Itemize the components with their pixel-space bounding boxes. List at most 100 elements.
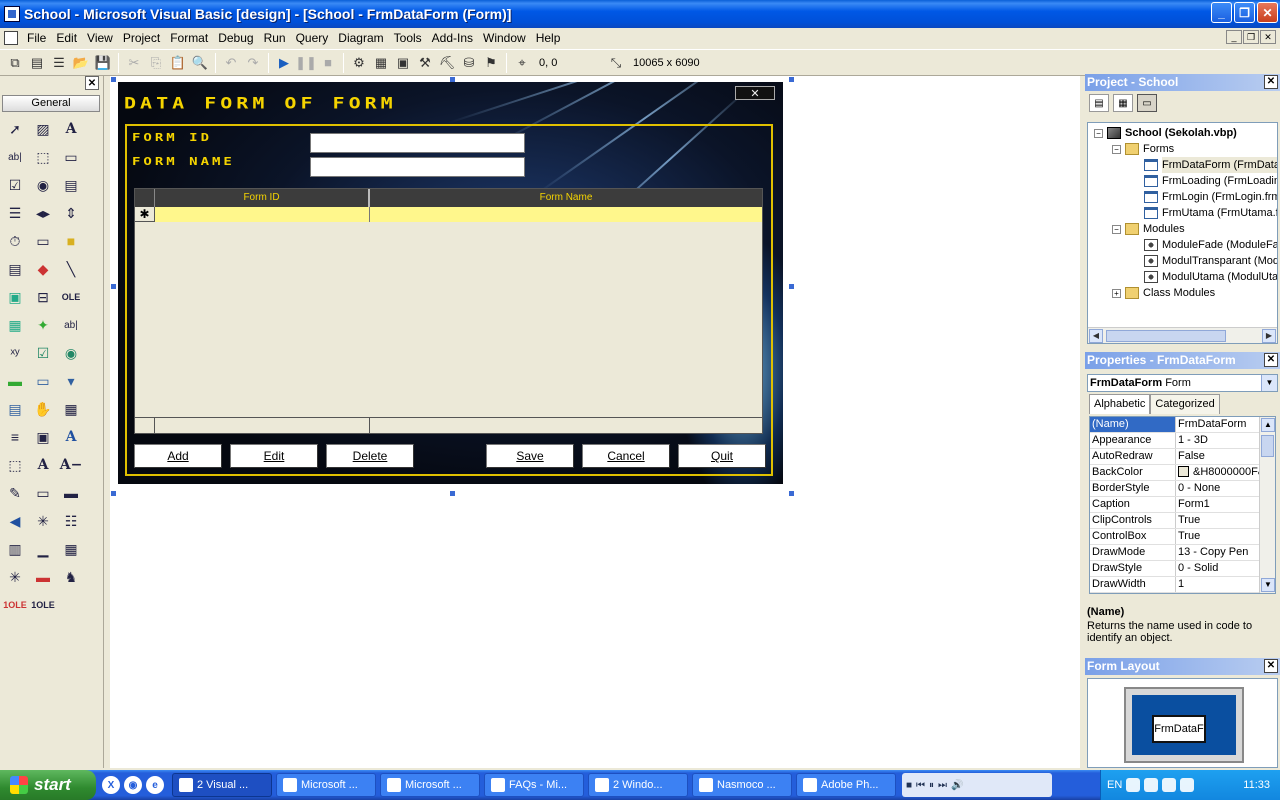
- stop-icon[interactable]: ■: [906, 780, 912, 791]
- menu-view[interactable]: View: [82, 31, 118, 45]
- object-browser-icon[interactable]: ⚒: [415, 53, 435, 73]
- minimize-button[interactable]: _: [1211, 2, 1232, 23]
- redo-icon[interactable]: ↷: [243, 53, 263, 73]
- label-bold-icon[interactable]: A: [30, 452, 56, 478]
- project-tree[interactable]: + Class Modules ModulUtama (ModulUtama.bas…: [1087, 122, 1278, 344]
- tree-item-folder[interactable]: − Forms: [1112, 141, 1174, 157]
- property-row[interactable]: (Name) FrmDataForm: [1090, 417, 1275, 433]
- data-grid[interactable]: Form ID Form Name ✱: [134, 188, 763, 434]
- menu-format[interactable]: Format: [165, 31, 213, 45]
- language-indicator[interactable]: EN: [1107, 779, 1122, 791]
- property-row[interactable]: DrawWidth 1: [1090, 577, 1275, 593]
- grid-icon[interactable]: ▦: [58, 396, 84, 422]
- resize-handle[interactable]: [111, 491, 116, 496]
- lines-icon[interactable]: ≡: [2, 424, 28, 450]
- save-project-icon[interactable]: 💾: [93, 53, 113, 73]
- layout-form-preview[interactable]: FrmDataF: [1152, 715, 1206, 743]
- resize-handle[interactable]: [789, 77, 794, 82]
- project-tree-hscrollbar[interactable]: ◀ ▶: [1088, 327, 1277, 343]
- hscrollbar-icon[interactable]: ◂▸: [30, 200, 56, 226]
- menu-file[interactable]: File: [22, 31, 51, 45]
- data-view-icon[interactable]: ⛁: [459, 53, 479, 73]
- properties-close-icon[interactable]: ✕: [1264, 353, 1278, 367]
- tree-item-module[interactable]: ModulUtama (ModulUtama.bas): [1144, 269, 1277, 285]
- slider-icon[interactable]: ◀: [2, 508, 28, 534]
- previous-icon[interactable]: ⏮: [916, 780, 925, 791]
- save-button[interactable]: Save: [486, 444, 574, 468]
- ole-alt-icon[interactable]: 1OLE: [30, 592, 56, 618]
- view-object-icon[interactable]: ▦: [1113, 94, 1133, 112]
- tree-item-module[interactable]: ModuleFade (ModuleFade.bas): [1144, 237, 1277, 253]
- new-record-row[interactable]: ✱: [135, 207, 762, 222]
- form-name-input[interactable]: [310, 157, 525, 177]
- taskbar-button[interactable]: Adobe Ph...: [796, 773, 896, 797]
- volume-icon[interactable]: 🔊: [951, 780, 963, 791]
- vb-app-icon[interactable]: [4, 6, 20, 22]
- start-button[interactable]: start: [0, 770, 96, 800]
- picturebox-icon[interactable]: ▨: [30, 116, 56, 142]
- label-icon[interactable]: A: [58, 116, 84, 142]
- restore-button[interactable]: ❐: [1234, 2, 1255, 23]
- edit-form-icon[interactable]: ✎: [2, 480, 28, 506]
- properties-window-icon[interactable]: ▦: [371, 53, 391, 73]
- tree-item-form[interactable]: FrmLoading (FrmLoading.frm): [1144, 173, 1277, 189]
- end-icon[interactable]: ■: [318, 53, 338, 73]
- taskbar-button[interactable]: 2 Windo...: [588, 773, 688, 797]
- vscrollbar-icon[interactable]: ⇕: [58, 200, 84, 226]
- updown-icon[interactable]: ˣʸ: [2, 340, 28, 366]
- delete-button[interactable]: Delete: [326, 444, 414, 468]
- view-code-icon[interactable]: ▤: [1089, 94, 1109, 112]
- property-row[interactable]: BackColor &H8000000F&: [1090, 465, 1275, 481]
- toolbox-icon[interactable]: ⛏: [437, 53, 457, 73]
- dotted-box-icon[interactable]: ⬚: [2, 452, 28, 478]
- form-close-icon[interactable]: ✕: [735, 86, 775, 100]
- property-row[interactable]: DrawStyle 0 - Solid: [1090, 561, 1275, 577]
- optionbutton-icon[interactable]: ◉: [30, 172, 56, 198]
- resize-handle[interactable]: [789, 284, 794, 289]
- menu-window[interactable]: Window: [478, 31, 531, 45]
- collapse-icon[interactable]: −: [1112, 144, 1121, 154]
- ole-red-icon[interactable]: 1OLE: [2, 592, 28, 618]
- paste-icon[interactable]: 📋: [168, 53, 188, 73]
- commondialog-icon[interactable]: ♞: [58, 564, 84, 590]
- sparkle-icon[interactable]: ✳: [30, 508, 56, 534]
- collapse-icon[interactable]: −: [1112, 224, 1121, 234]
- copy-icon[interactable]: ⎘: [146, 53, 166, 73]
- new-row-form-name-cell[interactable]: [370, 207, 762, 222]
- checked-icon[interactable]: ☑: [30, 340, 56, 366]
- tree-item-folder[interactable]: + Class Modules: [1112, 285, 1215, 301]
- timer-icon[interactable]: ⏱: [2, 228, 28, 254]
- image-icon[interactable]: ▣: [2, 284, 28, 310]
- property-row[interactable]: BorderStyle 0 - None: [1090, 481, 1275, 497]
- menu-run[interactable]: Run: [259, 31, 291, 45]
- close-button[interactable]: ✕: [1257, 2, 1278, 23]
- collapse-icon[interactable]: −: [1094, 128, 1103, 138]
- x-app-icon[interactable]: X: [102, 776, 120, 794]
- scrollbar-red-icon[interactable]: ▬: [30, 564, 56, 590]
- menu-project[interactable]: Project: [118, 31, 165, 45]
- mdi-close-icon[interactable]: ✕: [1260, 30, 1276, 44]
- tree-item-form[interactable]: FrmLogin (FrmLogin.frm): [1144, 189, 1277, 205]
- listview-icon[interactable]: ▤: [2, 396, 28, 422]
- tree-item-project[interactable]: − School (Sekolah.vbp): [1094, 125, 1237, 141]
- cancel-button[interactable]: Cancel: [582, 444, 670, 468]
- resize-handle[interactable]: [789, 491, 794, 496]
- form-window-icon[interactable]: [4, 31, 18, 45]
- property-row[interactable]: DrawMode 13 - Copy Pen: [1090, 545, 1275, 561]
- scroll-down-icon[interactable]: ▼: [1261, 578, 1275, 592]
- rectangle-icon[interactable]: ▭: [30, 368, 56, 394]
- add-project-icon[interactable]: ⧉: [5, 53, 25, 73]
- resize-handle[interactable]: [111, 77, 116, 82]
- break-icon[interactable]: ❚❚: [295, 53, 317, 73]
- toolbar-ctrl-icon[interactable]: ☷: [58, 508, 84, 534]
- column-header-form-id[interactable]: Form ID: [155, 189, 370, 207]
- label-dash-icon[interactable]: A−: [58, 452, 84, 478]
- taskbar-button[interactable]: Microsoft ...: [276, 773, 376, 797]
- adodc-icon[interactable]: ✦: [30, 312, 56, 338]
- next-icon[interactable]: ⏭: [938, 780, 947, 791]
- taskbar-button[interactable]: 2 Visual ...: [172, 773, 272, 797]
- toolbox-general-tab[interactable]: General: [2, 95, 100, 112]
- textbox-icon[interactable]: ab|: [2, 144, 28, 170]
- property-grid-vscrollbar[interactable]: ▲ ▼: [1259, 417, 1275, 593]
- menu-add-ins[interactable]: Add-Ins: [427, 31, 478, 45]
